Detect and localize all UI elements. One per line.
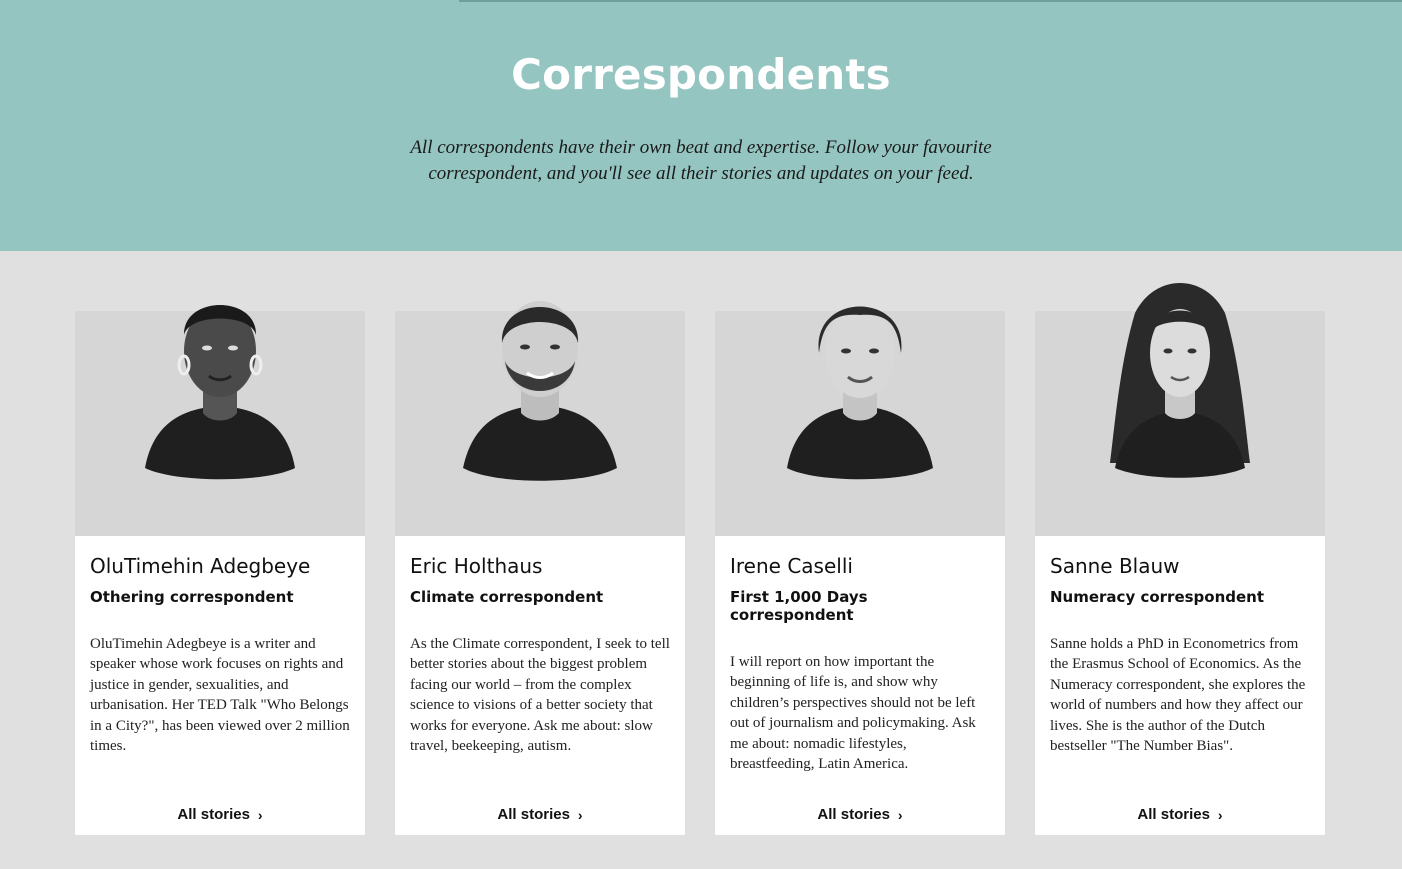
correspondent-bio: OluTimehin Adegbeye is a writer and spea… <box>90 636 350 755</box>
all-stories-link[interactable]: All stories › <box>715 806 1005 823</box>
chevron-right-icon: › <box>1217 807 1223 823</box>
hero-top-line <box>459 0 1402 2</box>
portrait-illustration <box>145 305 295 480</box>
all-stories-link[interactable]: All stories › <box>395 806 685 823</box>
portrait-area <box>395 301 685 536</box>
all-stories-label: All stories <box>1137 806 1210 823</box>
correspondent-card: Eric Holthaus Climate correspondent As t… <box>395 301 685 835</box>
correspondent-name: Sanne Blauw <box>1050 554 1180 578</box>
portrait-area <box>1035 283 1325 536</box>
portrait-area <box>75 305 365 536</box>
correspondent-bio: As the Climate correspondent, I seek to … <box>410 636 670 755</box>
portrait-illustration <box>1110 283 1250 478</box>
correspondent-name: Eric Holthaus <box>410 554 543 578</box>
chevron-right-icon: › <box>577 807 583 823</box>
correspondent-role: Climate correspondent <box>410 588 604 606</box>
all-stories-label: All stories <box>817 806 890 823</box>
all-stories-label: All stories <box>177 806 250 823</box>
portrait-illustration <box>463 301 617 481</box>
correspondent-bio: I will report on how important the begin… <box>730 654 976 773</box>
chevron-right-icon: › <box>897 807 903 823</box>
portrait-area <box>715 306 1005 536</box>
correspondent-card: Irene Caselli First 1,000 Days correspon… <box>715 306 1005 835</box>
correspondent-role: Numeracy correspondent <box>1050 588 1265 606</box>
hero-banner: Correspondents All correspondents have t… <box>0 0 1402 251</box>
portrait-illustration <box>787 306 933 480</box>
correspondent-role: First 1,000 Days correspondent <box>730 588 868 624</box>
correspondent-card: Sanne Blauw Numeracy correspondent Sanne… <box>1035 283 1325 835</box>
all-stories-link[interactable]: All stories › <box>75 806 365 823</box>
chevron-right-icon: › <box>257 807 263 823</box>
correspondent-name: Irene Caselli <box>730 554 853 578</box>
correspondent-name: OluTimehin Adegbeye <box>90 554 311 578</box>
correspondent-role: Othering correspondent <box>90 588 294 606</box>
all-stories-label: All stories <box>497 806 570 823</box>
page-title: Correspondents <box>511 50 891 99</box>
hero-intro: All correspondents have their own beat a… <box>410 137 992 184</box>
correspondent-bio: Sanne holds a PhD in Econometrics from t… <box>1050 636 1306 755</box>
correspondent-card: OluTimehin Adegbeye Othering corresponde… <box>75 305 365 835</box>
all-stories-link[interactable]: All stories › <box>1035 806 1325 823</box>
correspondent-cards: OluTimehin Adegbeye Othering corresponde… <box>75 283 1325 835</box>
